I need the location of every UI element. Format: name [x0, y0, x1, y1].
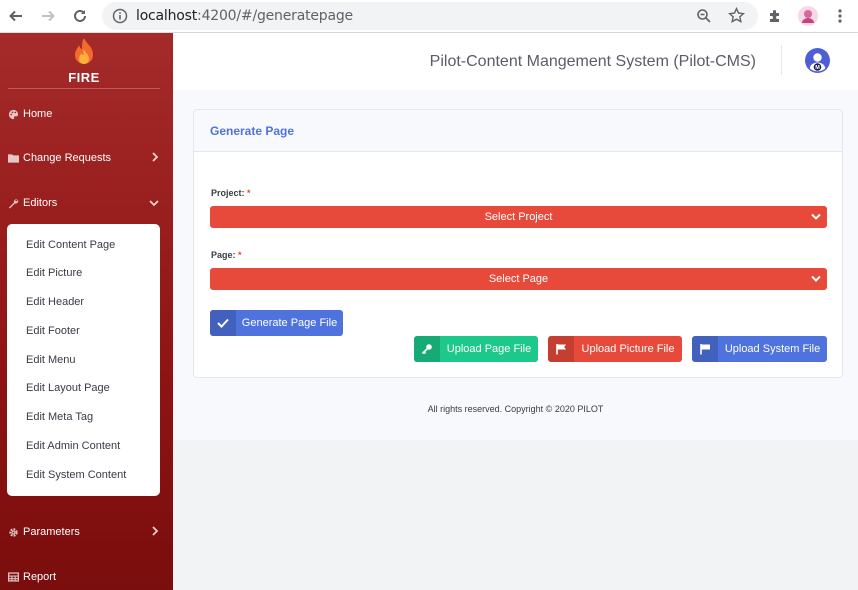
submenu-item-edit-footer[interactable]: Edit Footer: [26, 325, 80, 337]
sidebar-item-label: Report: [23, 571, 57, 583]
submenu-item-edit-layout-page[interactable]: Edit Layout Page: [26, 382, 110, 394]
required-marker: *: [247, 188, 251, 198]
url-host: localhost: [136, 8, 198, 24]
main-content: Generate Page Project: * Select Project …: [173, 90, 858, 440]
upload-page-file-button[interactable]: Upload Page File: [414, 336, 538, 362]
submenu-item-edit-header[interactable]: Edit Header: [26, 296, 84, 308]
brand-logo[interactable]: FIRE: [60, 37, 108, 85]
key-icon: [414, 336, 440, 362]
project-label-text: Project:: [211, 188, 245, 198]
folder-icon: [7, 153, 19, 163]
fire-icon: [75, 38, 93, 64]
chevron-right-icon: [151, 152, 159, 165]
page-label: Page: *: [211, 250, 242, 260]
forward-arrow-icon[interactable]: [36, 4, 60, 28]
address-bar[interactable]: localhost:4200/#/generatepage: [102, 2, 758, 30]
upload-system-file-button[interactable]: Upload System File: [692, 336, 827, 362]
app-title: Pilot-Content Mangement System (Pilot-CM…: [429, 53, 756, 70]
chevron-down-icon: [811, 212, 821, 224]
sidebar-item-report[interactable]: Report: [0, 565, 173, 589]
info-icon[interactable]: [112, 8, 128, 29]
submenu-item-edit-menu[interactable]: Edit Menu: [26, 354, 76, 366]
extensions-puzzle-icon[interactable]: [763, 4, 787, 28]
button-label: Upload Picture File: [581, 343, 675, 355]
profile-avatar-icon[interactable]: [796, 4, 820, 28]
flag-icon: [692, 336, 718, 362]
user-avatar-icon: M: [805, 48, 830, 73]
chevron-right-icon: [151, 526, 159, 539]
button-label: Upload Page File: [446, 343, 532, 355]
project-label: Project: *: [211, 188, 251, 198]
user-avatar[interactable]: M: [805, 48, 830, 73]
submenu-item-edit-content-page[interactable]: Edit Content Page: [26, 239, 115, 251]
sidebar-item-home[interactable]: Home: [0, 102, 173, 126]
page-label-text: Page:: [211, 250, 236, 260]
submenu-item-edit-meta-tag[interactable]: Edit Meta Tag: [26, 411, 93, 423]
sidebar-item-label: Editors: [23, 197, 58, 209]
chevron-down-icon: [811, 274, 821, 286]
url-text[interactable]: localhost:4200/#/generatepage: [136, 8, 353, 24]
sidebar-item-editors[interactable]: Editors: [0, 191, 173, 215]
generate-page-file-button[interactable]: Generate Page File: [210, 310, 343, 336]
sidebar-item-label: Change Requests: [23, 152, 112, 164]
wrench-icon: [7, 198, 19, 209]
back-arrow-icon[interactable]: [4, 4, 28, 28]
topbar-divider: [781, 45, 782, 75]
button-label: Upload System File: [724, 343, 821, 355]
browser-toolbar: localhost:4200/#/generatepage: [0, 0, 858, 33]
card-title: Generate Page: [210, 124, 295, 138]
upload-picture-file-button[interactable]: Upload Picture File: [548, 336, 682, 362]
zoom-icon[interactable]: [696, 8, 712, 29]
card-header: Generate Page: [194, 110, 842, 152]
submenu-item-edit-system-content[interactable]: Edit System Content: [26, 469, 126, 481]
reload-icon[interactable]: [68, 4, 92, 28]
palette-icon: [7, 109, 19, 120]
page-background: [173, 440, 858, 590]
url-path: :4200/#/generatepage: [197, 8, 353, 24]
page-select-value: Select Page: [488, 273, 549, 285]
submenu-item-edit-admin-content[interactable]: Edit Admin Content: [26, 440, 120, 452]
cog-icon: [7, 527, 19, 538]
check-icon: [210, 310, 236, 336]
generate-page-card: Generate Page Project: * Select Project …: [193, 109, 843, 378]
project-select-value: Select Project: [484, 211, 553, 223]
avatar-letter: M: [815, 65, 820, 71]
button-label: Generate Page File: [241, 317, 338, 329]
editors-submenu: Edit Content Page Edit Picture Edit Head…: [7, 224, 160, 496]
sidebar-item-label: Parameters: [23, 526, 80, 538]
sidebar-item-label: Home: [23, 108, 53, 120]
project-select[interactable]: Select Project: [210, 206, 827, 228]
page-select[interactable]: Select Page: [210, 268, 827, 290]
chevron-down-icon: [149, 198, 159, 210]
brand-name: FIRE: [68, 70, 100, 85]
copyright-footer: All rights reserved. Copyright © 2020 PI…: [427, 404, 604, 414]
flag-icon: [548, 336, 574, 362]
required-marker: *: [238, 250, 242, 260]
sidebar: FIRE Home Change Requests Editors Edit C…: [0, 33, 173, 590]
sidebar-item-parameters[interactable]: Parameters: [0, 520, 173, 544]
table-icon: [7, 572, 19, 582]
top-navbar: Pilot-Content Mangement System (Pilot-CM…: [173, 33, 858, 90]
sidebar-item-change-requests[interactable]: Change Requests: [0, 146, 173, 170]
star-icon[interactable]: [727, 6, 746, 29]
submenu-item-edit-picture[interactable]: Edit Picture: [26, 267, 82, 279]
kebab-menu-icon[interactable]: [828, 4, 852, 28]
sidebar-divider: [8, 88, 160, 89]
